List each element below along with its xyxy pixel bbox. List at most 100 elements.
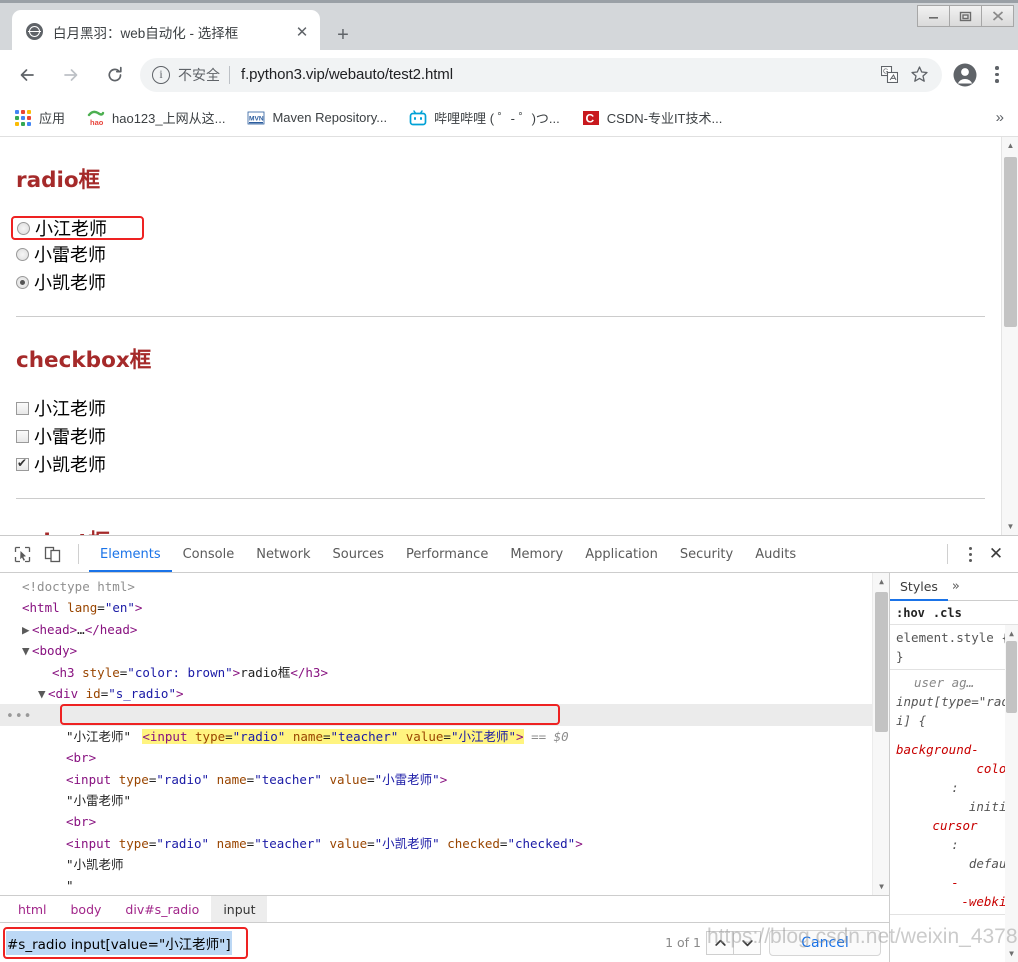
bookmark-bilibili[interactable]: 哔哩哔哩 ( ゜- ゜)つ... [409,105,568,131]
tab-console[interactable]: Console [172,536,246,572]
dom-line-br[interactable]: <br> [0,747,889,768]
dom-line-text-xiaokai[interactable]: "小凯老师 [0,854,889,875]
translate-icon[interactable]: G [874,60,904,90]
radio-icon[interactable] [17,221,30,235]
scroll-down-icon[interactable]: ▼ [1002,518,1018,535]
checkbox-icon[interactable] [16,401,29,415]
scroll-down-icon[interactable]: ▼ [1005,945,1018,962]
breadcrumb-html[interactable]: html [6,896,58,923]
browser-window: 白月黑羽：web自动化 - 选择框 ✕ + i 不安全 f.python3.vi… [0,0,1018,962]
tab-elements[interactable]: Elements [89,536,172,572]
breadcrumb-input[interactable]: input [211,895,268,923]
checkbox-option-xiaolei[interactable]: 小雷老师 [16,424,985,448]
checkbox-option-xiaokai[interactable]: 小凯老师 [16,452,985,476]
radio-option-xiaokai[interactable]: 小凯老师 [16,270,985,294]
rule-user-agent[interactable]: user ag… input[type="radio" i] { backgro… [890,670,1018,915]
star-icon[interactable] [904,60,934,90]
close-tab-icon[interactable]: ✕ [292,22,312,42]
dom-scrollbar[interactable]: ▲ ▼ [872,573,889,895]
scroll-up-icon[interactable]: ▲ [1002,137,1018,154]
dom-line-h3[interactable]: <h3 style="color: brown">radio框</h3> [0,662,889,683]
radio-label: 小江老师 [35,219,107,240]
css-property-webkit[interactable]: -webkit [896,892,1014,911]
cancel-button[interactable]: Cancel [769,929,881,956]
tab-application[interactable]: Application [574,536,669,572]
tab-network[interactable]: Network [245,536,321,572]
page-scrollbar[interactable]: ▲ ▼ [1001,137,1018,535]
styles-more-tabs-icon[interactable]: » [952,579,960,594]
bookmarks-overflow-button[interactable]: » [996,109,1004,126]
reload-button[interactable] [98,58,132,92]
breadcrumb-div-sradio[interactable]: div#s_radio [113,896,211,923]
dom-line-html[interactable]: <html lang="en"> [0,597,889,618]
checkbox-option-xiaojiang[interactable]: 小江老师 [16,396,985,420]
minimize-button[interactable] [917,5,950,27]
bookmark-maven[interactable]: MVN Maven Repository... [247,105,395,131]
breadcrumb-body[interactable]: body [58,896,113,923]
dom-line-body[interactable]: ▼ <body> [0,640,889,661]
scrollbar-thumb[interactable] [1006,641,1017,713]
css-value-cursor[interactable]: defaul [896,854,1014,873]
dom-tree[interactable]: <!doctype html> <html lang="en"> ▶ <head>… [0,573,889,895]
device-toolbar-icon[interactable] [38,540,66,568]
checkbox-icon[interactable] [16,456,29,471]
restore-button[interactable] [949,5,982,27]
bookmark-hao123[interactable]: hao hao123_上网从这... [87,105,233,131]
css-property-cursor[interactable]: cursor [896,816,1014,835]
scrollbar-thumb[interactable] [875,592,888,732]
close-devtools-icon[interactable]: ✕ [982,540,1010,568]
scroll-down-icon[interactable]: ▼ [873,878,889,895]
more-options-icon[interactable] [958,540,982,568]
checkbox-icon[interactable] [16,429,29,443]
close-button[interactable] [981,5,1014,27]
site-info-icon[interactable]: i [152,65,170,84]
inspect-element-icon[interactable] [8,540,36,568]
dom-line-input-xiaolei[interactable]: <input type="radio" name="teacher" value… [0,769,889,790]
css-property-background-color[interactable]: background-color [896,740,1014,778]
radio-icon[interactable] [16,275,29,289]
radio-option-xiaojiang[interactable]: 小江老师 [11,216,144,240]
dom-line-br[interactable]: <br> [0,811,889,832]
dom-line-text-xiaolei[interactable]: "小雷老师" [0,790,889,811]
hov-toggle[interactable]: :hov [896,606,925,620]
cls-toggle[interactable]: .cls [933,606,962,620]
dom-line-head[interactable]: ▶ <head>…</head> [0,619,889,640]
radio-option-xiaolei[interactable]: 小雷老师 [16,242,985,266]
account-icon[interactable] [948,58,982,92]
browser-tab[interactable]: 白月黑羽：web自动化 - 选择框 ✕ [12,10,320,53]
bookmark-csdn[interactable]: C CSDN-专业IT技术... [582,105,731,131]
address-bar[interactable]: i 不安全 f.python3.vip/webauto/test2.html G [140,57,942,92]
forward-button[interactable] [54,58,88,92]
dom-line-selected-input[interactable]: ••• <input type="radio" name="teacher" va… [0,704,889,744]
styles-scrollbar[interactable]: ▲ ▼ [1005,625,1018,962]
css-value-background-color[interactable]: initia [896,797,1014,816]
tab-styles[interactable]: Styles [890,573,948,601]
new-tab-button[interactable]: + [330,22,356,48]
tab-sources[interactable]: Sources [322,536,395,572]
search-next-button[interactable] [733,930,761,955]
tab-memory[interactable]: Memory [499,536,574,572]
dom-line-input-xiaokai[interactable]: <input type="radio" name="teacher" value… [0,833,889,854]
expand-ellipsis-icon[interactable]: ••• [6,706,32,727]
svg-text:hao: hao [90,118,104,127]
tab-performance[interactable]: Performance [395,536,499,572]
scrollbar-thumb[interactable] [1004,157,1017,327]
scroll-up-icon[interactable]: ▲ [873,573,889,590]
dom-line-text-xiaojiang[interactable]: "小江老师" [0,726,889,747]
browser-toolbar: i 不安全 f.python3.vip/webauto/test2.html G [0,50,1018,99]
dom-line-div-sradio[interactable]: ▼ <div id="s_radio"> [0,683,889,704]
search-input[interactable]: #s_radio input[value="小江老师"] [6,929,665,957]
back-button[interactable] [10,58,44,92]
bookmark-apps[interactable]: 应用 [14,105,73,131]
css-property-webkit-prefix[interactable]: - [896,873,1014,892]
three-dot-menu[interactable] [982,58,1012,92]
search-prev-button[interactable] [706,930,734,955]
rule-element-style[interactable]: element.style { } [890,625,1018,670]
tab-audits[interactable]: Audits [744,536,807,572]
styles-rules[interactable]: element.style { } user ag… input[type="r… [890,625,1018,962]
tab-security[interactable]: Security [669,536,744,572]
radio-icon[interactable] [16,247,29,261]
scroll-up-icon[interactable]: ▲ [1005,625,1018,642]
dom-line-text-close-quote[interactable]: " [0,875,889,895]
dom-line-doctype[interactable]: <!doctype html> [0,576,889,597]
